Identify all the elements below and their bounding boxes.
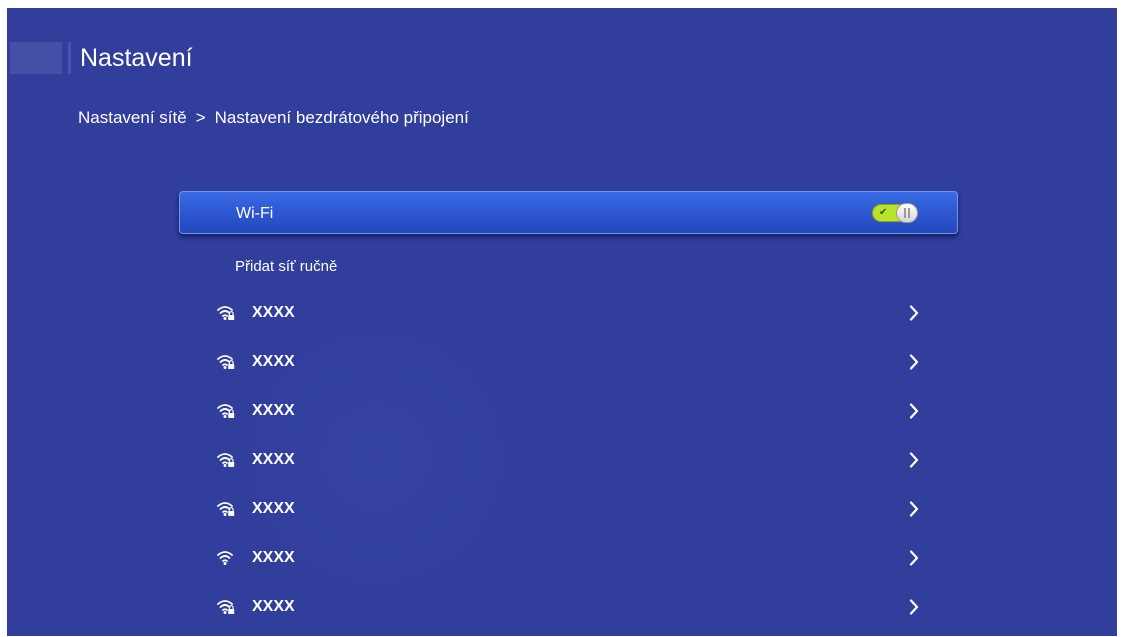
network-item[interactable]: XXXX xyxy=(207,543,927,573)
wifi-lock-icon xyxy=(217,502,235,516)
network-item[interactable]: XXXX xyxy=(207,298,927,328)
wifi-lock-icon xyxy=(217,600,235,614)
network-ssid: XXXX xyxy=(252,549,295,566)
network-ssid: XXXX xyxy=(252,500,295,517)
chevron-right-icon xyxy=(909,452,919,468)
chevron-right-icon xyxy=(909,550,919,566)
chevron-right-icon xyxy=(909,403,919,419)
chevron-right-icon xyxy=(909,305,919,321)
network-item[interactable]: XXXX xyxy=(207,347,927,377)
wifi-lock-icon xyxy=(217,404,235,418)
wifi-lock-icon xyxy=(217,355,235,369)
network-item[interactable]: XXXX xyxy=(207,445,927,475)
network-ssid: XXXX xyxy=(252,304,295,321)
network-list: XXXX XXXX XXXX XXXX XXXX XXXX XXXX xyxy=(7,8,1117,636)
chevron-right-icon xyxy=(909,599,919,615)
network-ssid: XXXX xyxy=(252,353,295,370)
network-ssid: XXXX xyxy=(252,598,295,615)
network-ssid: XXXX xyxy=(252,402,295,419)
network-item[interactable]: XXXX xyxy=(207,494,927,524)
wifi-lock-icon xyxy=(217,453,235,467)
network-ssid: XXXX xyxy=(252,451,295,468)
chevron-right-icon xyxy=(909,501,919,517)
settings-screen: Nastavení Nastavení sítě > Nastavení bezdr… xyxy=(7,8,1117,636)
network-item[interactable]: XXXX xyxy=(207,592,927,622)
wifi-lock-icon xyxy=(217,306,235,320)
wifi-icon xyxy=(217,551,233,565)
network-item[interactable]: XXXX xyxy=(207,396,927,426)
chevron-right-icon xyxy=(909,354,919,370)
